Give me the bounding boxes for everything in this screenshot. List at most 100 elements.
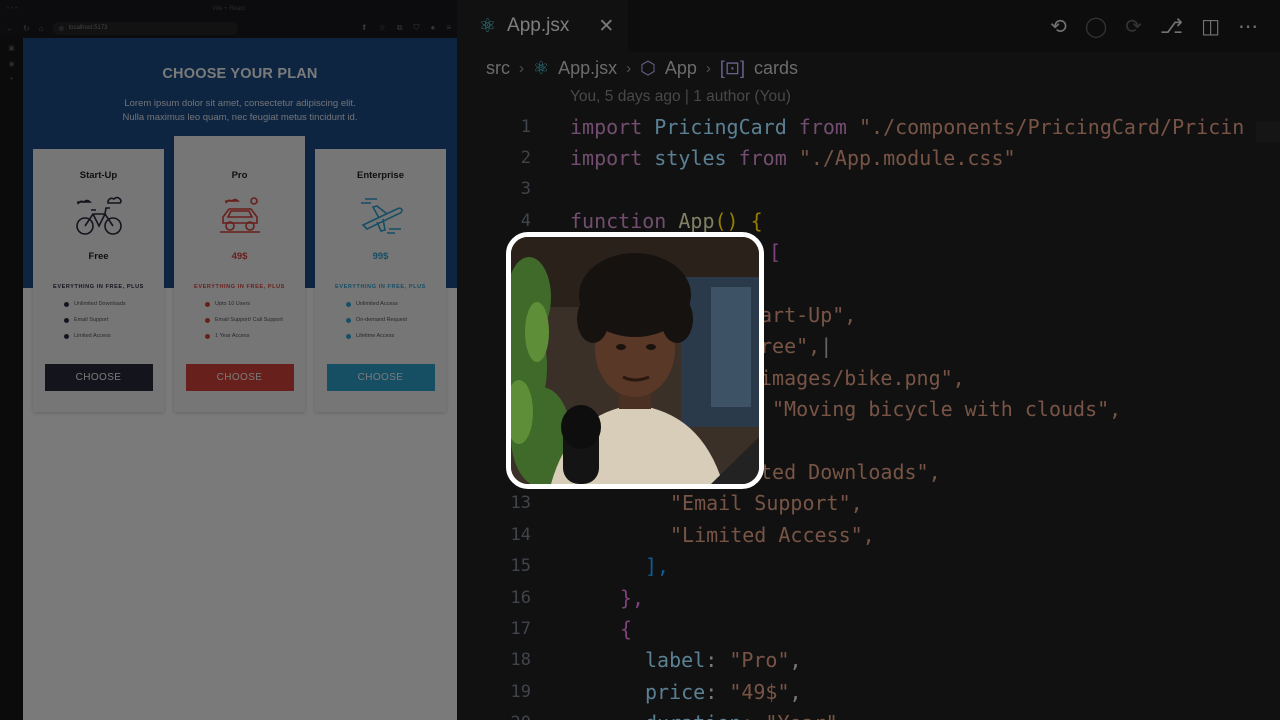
profile-icon[interactable]: ● (430, 23, 435, 33)
airplane-icon (315, 193, 446, 239)
line-number: 1 (520, 116, 531, 137)
feature-list: Unlimited Access On-demand Request Lifet… (315, 296, 446, 344)
code-line: 20 duration: "Year" (461, 707, 1280, 720)
browser-title: Vite + React (212, 6, 245, 12)
pricing-card-startup: Start-Up Free EVERYTHING IN FREE, PLUS U… (33, 149, 164, 412)
presenter-video-icon (511, 237, 759, 484)
bullet-icon (346, 317, 351, 323)
code-line: 14 "Limited Access", (461, 519, 1280, 550)
share-icon[interactable]: ⬆ (361, 23, 368, 33)
line-number: 2 (520, 148, 531, 169)
choose-pro-button[interactable]: CHOOSE (185, 364, 294, 391)
cube-icon: ⬡ (640, 57, 656, 78)
close-icon[interactable]: ✕ (598, 15, 614, 38)
card-plus-label: EVERYTHING IN FREE, PLUS (53, 284, 144, 290)
line-number: 3 (520, 179, 531, 200)
menu-icon[interactable]: ≡ (446, 23, 451, 33)
chevron-right-icon: › (626, 59, 632, 77)
sidebar-history-icon[interactable]: ◉ (8, 60, 14, 68)
breadcrumb-variable[interactable]: cards (754, 58, 798, 79)
code-line: 13 "Email Support", (461, 488, 1280, 519)
card-plus-label: EVERYTHING IN FREE, PLUS (194, 284, 285, 290)
git-blame-annotation[interactable]: You, 5 days ago | 1 author (You) (570, 88, 791, 106)
tab-app-jsx[interactable]: ⚛ App.jsx ✕ (461, 0, 629, 52)
home-icon[interactable]: ⌂ (39, 24, 44, 33)
pricing-card-pro: Pro 49$ EVERYTHING IN FREE, PLUS Upto 10… (174, 136, 305, 412)
bullet-icon (205, 301, 210, 307)
shield-icon[interactable]: ⛉ (413, 23, 419, 33)
subtitle-line-2: Nulla maximus leo quam, nec feugiat metu… (122, 112, 358, 123)
list-item: Upto 10 Users (205, 296, 305, 312)
globe-icon: ◎ (58, 25, 64, 32)
card-title: Start-Up (79, 170, 118, 181)
choose-enterprise-button[interactable]: CHOOSE (326, 364, 435, 391)
line-number: 14 (510, 524, 531, 545)
bookmark-icon[interactable]: ☆ (379, 23, 386, 33)
page-title: CHOOSE YOUR PLAN (162, 66, 318, 82)
list-item: Email Support (64, 312, 164, 328)
breadcrumb: src › ⚛ App.jsx › ⬡ App › [⊡] cards (461, 52, 1280, 84)
line-number: 18 (510, 650, 531, 671)
bullet-icon (205, 333, 210, 339)
code-line: 2 import styles from "./App.module.css" (461, 142, 1280, 173)
minimap[interactable] (1256, 122, 1280, 142)
git-compare-icon[interactable]: ⎇ (1160, 14, 1183, 38)
sidebar-add-icon[interactable]: + (9, 76, 13, 83)
pricing-page: CHOOSE YOUR PLAN Lorem ipsum dolor sit a… (23, 38, 457, 720)
page-subtitle: Lorem ipsum dolor sit amet, consectetur … (23, 97, 457, 125)
back-icon[interactable]: ← (6, 24, 14, 33)
line-number: 17 (510, 618, 531, 639)
code-line: 19 price: "49$", (461, 676, 1280, 707)
react-icon: ⚛ (479, 15, 497, 37)
bullet-icon (64, 317, 69, 323)
window-controls[interactable]: ••• (7, 6, 19, 12)
feature-list: Upto 10 Users Email Support/ Call Suppor… (174, 296, 305, 344)
split-editor-icon[interactable]: ◫ (1201, 14, 1220, 38)
bullet-icon (346, 301, 351, 307)
sidebar-tab-icon[interactable]: ▣ (8, 44, 15, 52)
breadcrumb-src[interactable]: src (486, 58, 510, 79)
line-number: 19 (510, 681, 531, 702)
line-number: 13 (510, 493, 531, 514)
browser-title-bar: ••• Vite + React (0, 0, 457, 18)
list-item: Email Support/ Call Support (205, 312, 305, 328)
bullet-icon (205, 317, 210, 323)
line-number: 20 (461, 713, 531, 720)
browser-toolbar-icons: ⬆ ☆ ⧉ ⛉ ● ≡ (361, 23, 451, 33)
address-bar[interactable]: ◎ localhost:5173 (52, 21, 238, 35)
card-plus-label: EVERYTHING IN FREE, PLUS (335, 284, 426, 290)
browser-sidebar: ▣ ◉ + (0, 38, 23, 720)
list-item: Unlimited Downloads (64, 296, 164, 312)
list-item: Unlimited Access (346, 296, 446, 312)
circle-icon[interactable]: ◯ (1085, 14, 1107, 38)
code-line: 16 }, (461, 582, 1280, 613)
choose-startup-button[interactable]: CHOOSE (44, 364, 153, 391)
chevron-right-icon: › (519, 59, 524, 77)
reload-icon[interactable]: ↻ (23, 24, 30, 33)
extensions-icon[interactable]: ⧉ (397, 23, 403, 33)
go-forward-icon[interactable]: ⟳ (1125, 14, 1142, 38)
list-item: 1 Year Access (205, 328, 305, 344)
code-line: 17 { (461, 613, 1280, 644)
tab-label: App.jsx (507, 15, 570, 36)
breadcrumb-symbol[interactable]: App (665, 58, 697, 79)
variable-icon: [⊡] (719, 57, 746, 78)
card-title: Enterprise (357, 170, 404, 181)
feature-list: Unlimited Downloads Email Support Limite… (33, 296, 164, 344)
line-number: 15 (510, 556, 531, 577)
bullet-icon (64, 301, 69, 307)
more-actions-icon[interactable]: ⋯ (1238, 14, 1258, 38)
bicycle-with-clouds-icon (33, 193, 164, 239)
list-item: On-demand Request (346, 312, 446, 328)
editor-actions: ⟲ ◯ ⟳ ⎇ ◫ ⋯ (1050, 0, 1258, 52)
list-item: Limited Access (64, 328, 164, 344)
breadcrumb-file[interactable]: App.jsx (558, 58, 617, 79)
subtitle-line-1: Lorem ipsum dolor sit amet, consectetur … (124, 98, 356, 109)
browser-toolbar: ← ↻ ⌂ ◎ localhost:5173 ⬆ ☆ ⧉ ⛉ ● ≡ (0, 18, 457, 38)
go-back-icon[interactable]: ⟲ (1050, 14, 1067, 38)
code-line: 3 (461, 174, 1280, 205)
webcam-overlay (506, 232, 764, 489)
browser-window: ••• Vite + React ← ↻ ⌂ ◎ localhost:5173 … (0, 0, 457, 720)
card-price: Free (88, 251, 109, 262)
chevron-right-icon: › (705, 59, 711, 77)
